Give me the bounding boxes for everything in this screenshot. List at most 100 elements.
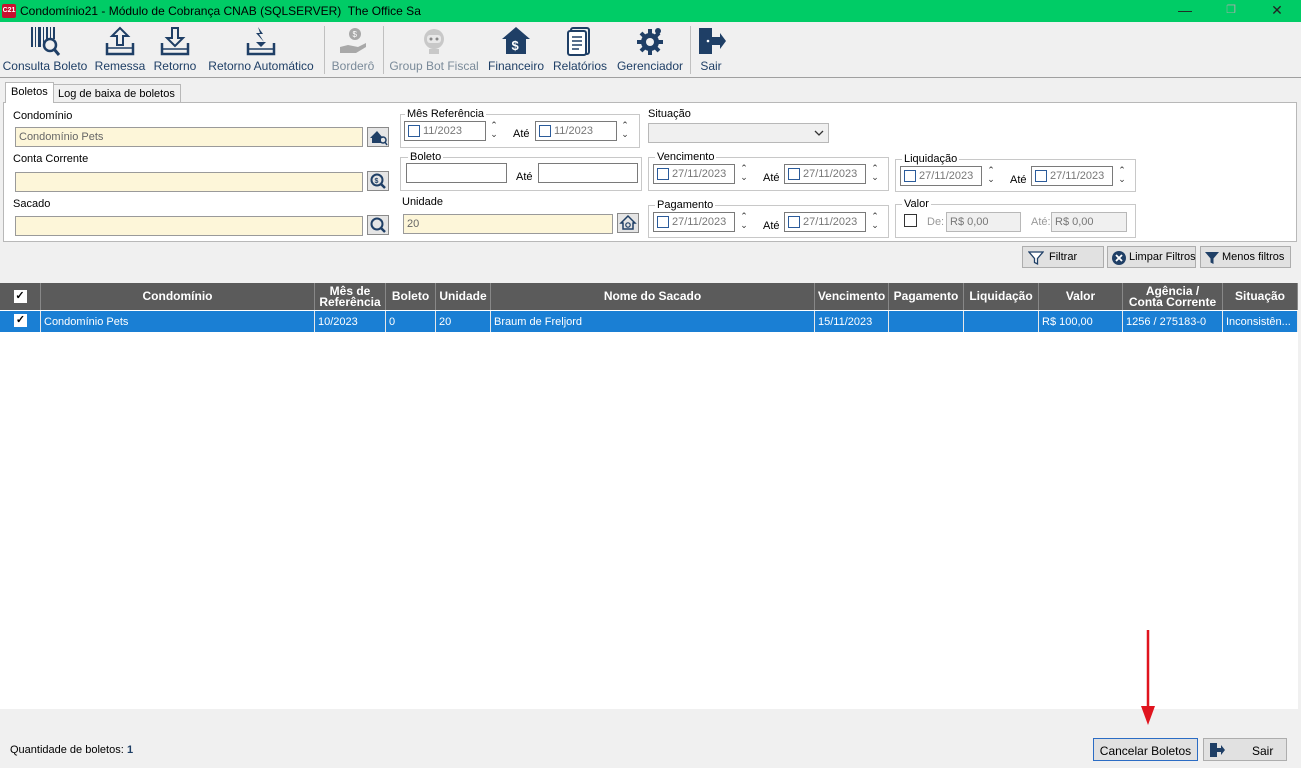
valor-ate-label: Até: [1031, 216, 1051, 228]
conta-corrente-input[interactable] [15, 172, 363, 192]
cell-situacao[interactable]: Inconsistên... [1223, 311, 1298, 332]
pagamento-to-checkbox[interactable] [788, 216, 800, 228]
liquidacao-to-spinner[interactable]: ⌃ ⌄ [1116, 166, 1128, 186]
retorno-button[interactable]: Retorno [151, 22, 199, 76]
tab-log-baixa[interactable]: Log de baixa de boletos [52, 84, 181, 102]
minimize-button[interactable]: — [1162, 0, 1208, 22]
header-valor[interactable]: Valor [1039, 283, 1123, 310]
cell-valor[interactable]: R$ 100,00 [1039, 311, 1123, 332]
filtrar-button[interactable]: Filtrar [1022, 246, 1104, 268]
header-nome-sacado[interactable]: Nome do Sacado [491, 283, 815, 310]
vencimento-to[interactable]: 27/11/2023 [784, 164, 866, 184]
sair-button[interactable]: Sair [1203, 738, 1287, 761]
header-unidade[interactable]: Unidade [436, 283, 491, 310]
tab-boletos[interactable]: Boletos [5, 82, 54, 103]
cell-nome-sacado[interactable]: Braum de Freljord [491, 311, 815, 332]
mes-referencia-label: Mês Referência [405, 108, 487, 120]
cell-liquidacao[interactable] [964, 311, 1039, 332]
limpar-filtros-button[interactable]: Limpar Filtros [1107, 246, 1196, 268]
search-dollar-icon: $ [370, 173, 386, 189]
pagamento-to-value: 27/11/2023 [803, 216, 858, 228]
mes-ref-to-checkbox[interactable] [539, 125, 551, 137]
cell-pagamento[interactable] [889, 311, 964, 332]
header-pagamento[interactable]: Pagamento [889, 283, 964, 310]
header-agencia-conta[interactable]: Agência / Conta Corrente [1123, 283, 1223, 310]
pagamento-from-checkbox[interactable] [657, 216, 669, 228]
cell-vencimento[interactable]: 15/11/2023 [815, 311, 889, 332]
mes-referencia-to[interactable]: 11/2023 [535, 121, 617, 141]
financeiro-button[interactable]: $ Financeiro [486, 22, 546, 76]
header-liquidacao[interactable]: Liquidação [964, 283, 1039, 310]
cell-boleto[interactable]: 0 [386, 311, 436, 332]
consulta-boleto-button[interactable]: Consulta Boleto [2, 22, 88, 76]
condominio-input[interactable]: Condomínio Pets [15, 127, 363, 147]
mes-ref-to-spinner[interactable]: ⌃ ⌄ [619, 121, 631, 141]
select-all-header[interactable]: ✓ [0, 283, 41, 310]
condominio-label: Condomínio [13, 110, 73, 122]
vencimento-to-spinner[interactable]: ⌃ ⌄ [869, 164, 881, 184]
boleto-from-input[interactable] [406, 163, 507, 183]
bordero-button[interactable]: $ Borderô [329, 22, 377, 76]
liquidacao-to-checkbox[interactable] [1035, 170, 1047, 182]
mes-ref-from-checkbox[interactable] [408, 125, 420, 137]
sacado-input[interactable] [15, 216, 363, 236]
remessa-button[interactable]: Remessa [94, 22, 146, 76]
vencimento-from-value: 27/11/2023 [672, 168, 727, 180]
toolbar-label: Group Bot Fiscal [389, 59, 479, 73]
header-condominio[interactable]: Condomínio [41, 283, 315, 310]
cancelar-boletos-button[interactable]: Cancelar Boletos [1093, 738, 1198, 761]
relatorios-button[interactable]: Relatórios [551, 22, 609, 76]
row-checkbox[interactable]: ✓ [14, 314, 27, 327]
header-vencimento[interactable]: Vencimento [815, 283, 889, 310]
boleto-to-input[interactable] [538, 163, 638, 183]
valor-ate-input[interactable]: R$ 0,00 [1051, 212, 1127, 232]
menos-filtros-button[interactable]: Menos filtros [1200, 246, 1291, 268]
pagamento-from-spinner[interactable]: ⌃ ⌄ [738, 212, 750, 232]
vencimento-from-checkbox[interactable] [657, 168, 669, 180]
ate-label: Até [763, 172, 780, 184]
header-mes-referencia[interactable]: Mês de Referência [315, 283, 386, 310]
vencimento-from-spinner[interactable]: ⌃ ⌄ [738, 164, 750, 184]
condominio-lookup-button[interactable] [367, 127, 389, 147]
maximize-button[interactable]: ❐ [1208, 0, 1254, 22]
exit-door-icon [1210, 743, 1225, 757]
row-select-cell[interactable]: ✓ [0, 311, 41, 332]
vencimento-from[interactable]: 27/11/2023 [653, 164, 735, 184]
gerenciador-button[interactable]: Gerenciador [615, 22, 685, 76]
select-all-checkbox[interactable]: ✓ [13, 290, 27, 303]
valor-checkbox[interactable] [904, 214, 917, 227]
group-bot-fiscal-button[interactable]: Group Bot Fiscal [388, 22, 480, 76]
liquidacao-label: Liquidação [902, 153, 960, 165]
cell-mes-referencia[interactable]: 10/2023 [315, 311, 386, 332]
valor-de-input[interactable]: R$ 0,00 [946, 212, 1021, 232]
cell-condominio[interactable]: Condomínio Pets [41, 311, 315, 332]
pagamento-to-spinner[interactable]: ⌃ ⌄ [869, 212, 881, 232]
liquidacao-from-spinner[interactable]: ⌃ ⌄ [985, 166, 997, 186]
close-button[interactable]: ✕ [1254, 0, 1300, 22]
mes-ref-from-spinner[interactable]: ⌃ ⌄ [488, 121, 500, 141]
ate-label: Até [1010, 174, 1027, 186]
unidade-input[interactable]: 20 [403, 214, 613, 234]
liquidacao-from-checkbox[interactable] [904, 170, 916, 182]
cell-agencia-conta[interactable]: 1256 / 275183-0 [1123, 311, 1223, 332]
vencimento-to-checkbox[interactable] [788, 168, 800, 180]
ate-label: Até [516, 171, 533, 183]
pagamento-to[interactable]: 27/11/2023 [784, 212, 866, 232]
header-boleto[interactable]: Boleto [386, 283, 436, 310]
header-situacao[interactable]: Situação [1223, 283, 1298, 310]
pagamento-label: Pagamento [655, 199, 716, 211]
conta-corrente-lookup-button[interactable]: $ [367, 171, 389, 191]
unidade-label: Unidade [402, 196, 443, 208]
cell-unidade[interactable]: 20 [436, 311, 491, 332]
mes-ref-from-value: 11/2023 [423, 125, 462, 137]
pagamento-from[interactable]: 27/11/2023 [653, 212, 735, 232]
mes-referencia-from[interactable]: 11/2023 [404, 121, 486, 141]
liquidacao-to[interactable]: 27/11/2023 [1031, 166, 1113, 186]
sair-toolbar-button[interactable]: Sair [695, 22, 727, 76]
situacao-select[interactable] [648, 123, 829, 143]
sacado-search-button[interactable] [367, 215, 389, 235]
retorno-automatico-button[interactable]: Retorno Automático [205, 22, 317, 76]
unidade-lookup-button[interactable] [617, 213, 639, 233]
liquidacao-from[interactable]: 27/11/2023 [900, 166, 982, 186]
ate-label: Até [513, 128, 530, 140]
